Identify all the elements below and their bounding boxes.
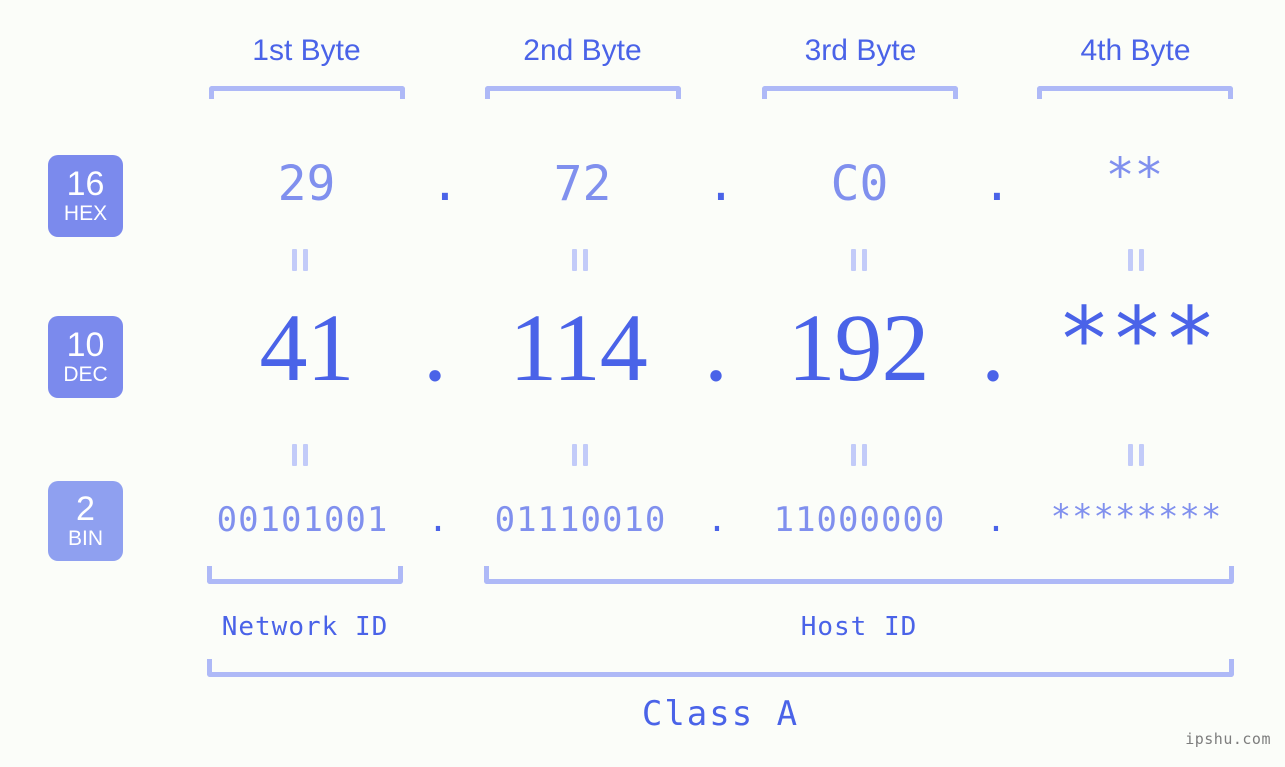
byte-bracket-top-2 <box>485 86 681 99</box>
bin-byte-1: 00101001 <box>216 500 389 540</box>
byte-bracket-top-4 <box>1037 86 1233 99</box>
byte-bracket-top-3 <box>762 86 958 99</box>
network-id-bracket <box>207 566 403 584</box>
network-id-label: Network ID <box>221 612 389 642</box>
byte-header-4: 4th Byte <box>1080 34 1191 67</box>
equality-mark-hex-dec-4 <box>1128 249 1144 271</box>
equality-mark-dec-bin-1 <box>292 444 308 466</box>
dec-byte-3: 192 <box>787 294 930 401</box>
equality-mark-dec-bin-4 <box>1128 444 1144 466</box>
radix-badge-bin: 2 BIN <box>48 481 123 561</box>
radix-badge-dec-name: DEC <box>63 362 108 386</box>
hex-byte-2: 72 <box>553 156 612 212</box>
radix-badge-hex-name: HEX <box>63 201 108 225</box>
hex-separator-3: . <box>982 156 1012 212</box>
host-id-bracket <box>484 566 1234 584</box>
bin-separator-3: . <box>985 500 1007 540</box>
equality-mark-dec-bin-2 <box>572 444 588 466</box>
ip-breakdown-diagram: 1st Byte 2nd Byte 3rd Byte 4th Byte 16 H… <box>0 0 1285 767</box>
radix-badge-bin-name: BIN <box>67 526 103 550</box>
equality-mark-hex-dec-1 <box>292 249 308 271</box>
bin-byte-4: ******** <box>1050 497 1223 537</box>
dec-byte-2: 114 <box>509 294 647 401</box>
hex-separator-1: . <box>430 156 460 212</box>
hex-separator-2: . <box>706 156 736 212</box>
hex-byte-4: ** <box>1105 148 1164 204</box>
byte-header-2: 2nd Byte <box>523 34 642 67</box>
radix-badge-dec: 10 DEC <box>48 316 123 398</box>
watermark: ipshu.com <box>1185 730 1271 748</box>
equality-mark-hex-dec-2 <box>572 249 588 271</box>
byte-bracket-top-1 <box>209 86 405 99</box>
byte-header-3: 3rd Byte <box>804 34 917 67</box>
byte-header-1: 1st Byte <box>252 34 361 67</box>
class-bracket <box>207 659 1234 677</box>
class-label: Class A <box>641 694 800 734</box>
equality-mark-hex-dec-3 <box>851 249 867 271</box>
dec-separator-1: . <box>423 294 447 401</box>
radix-badge-bin-number: 2 <box>76 490 95 529</box>
dec-byte-4: *** <box>1057 288 1217 391</box>
radix-badge-hex-number: 16 <box>66 165 105 204</box>
hex-byte-1: 29 <box>277 156 336 212</box>
dec-byte-1: 41 <box>259 294 355 401</box>
bin-separator-1: . <box>427 500 449 540</box>
bin-byte-2: 01110010 <box>494 500 667 540</box>
bin-byte-3: 11000000 <box>773 500 946 540</box>
dec-separator-3: . <box>981 294 1005 401</box>
equality-mark-dec-bin-3 <box>851 444 867 466</box>
dec-separator-2: . <box>704 294 728 401</box>
hex-byte-3: C0 <box>830 156 889 212</box>
bin-separator-2: . <box>706 500 728 540</box>
host-id-label: Host ID <box>800 612 918 642</box>
radix-badge-dec-number: 10 <box>66 326 105 365</box>
radix-badge-hex: 16 HEX <box>48 155 123 237</box>
